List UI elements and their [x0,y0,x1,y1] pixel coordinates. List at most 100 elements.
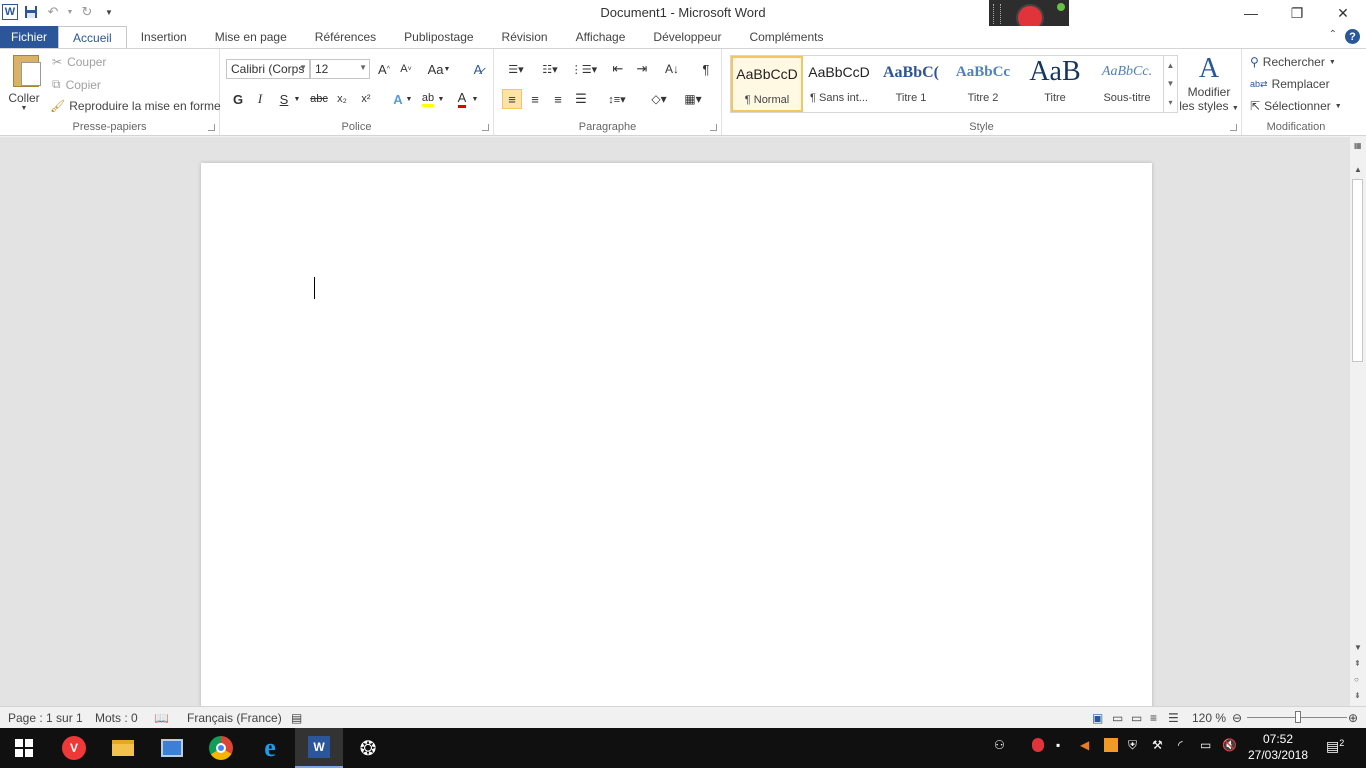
tray-app-icon[interactable] [1104,738,1118,755]
clear-formatting-icon[interactable]: A̷ [468,59,488,79]
wifi-icon[interactable]: ◜ [1178,738,1183,752]
close-icon[interactable]: ✕ [1320,0,1366,26]
increase-indent-icon[interactable]: ⇥ [632,59,652,79]
find-button[interactable]: ⚲ Rechercher ▼ [1250,55,1336,69]
scroll-down-icon[interactable]: ▼ [1354,643,1362,652]
restore-icon[interactable]: ❐ [1274,0,1320,26]
borders-icon[interactable]: ▦▾ [678,89,708,109]
line-spacing-icon[interactable]: ↕≡▾ [604,89,630,109]
paragraph-launcher-icon[interactable] [710,124,717,131]
document-page[interactable] [201,163,1152,706]
tray-microphone-icon[interactable] [1032,738,1044,755]
sort-icon[interactable]: A↓ [662,59,682,79]
superscript-button[interactable]: x² [356,89,376,109]
font-launcher-icon[interactable] [482,124,489,131]
format-painter-button[interactable]: 🖌 Reproduire la mise en forme [50,99,221,113]
tab-publipostage[interactable]: Publipostage [390,26,487,48]
highlight-dropdown-icon[interactable]: ▼ [436,89,446,109]
browse-object-icon[interactable]: ○ [1354,675,1359,684]
strikethrough-button[interactable]: abc [308,89,330,109]
gallery-more-icon[interactable]: ▾ [1168,98,1172,107]
clipboard-launcher-icon[interactable] [208,124,215,131]
justify-icon[interactable]: ☰ [571,89,591,109]
style-heading-1[interactable]: AaBbC( Titre 1 [875,56,947,112]
outline-view-icon[interactable]: ≡ [1150,711,1157,725]
style-heading-2[interactable]: AaBbCc Titre 2 [947,56,1019,112]
highlight-icon[interactable]: ab [418,89,438,109]
print-layout-icon[interactable]: ▣ [1092,711,1103,725]
italic-button[interactable]: I [250,89,270,109]
page-count[interactable]: Page : 1 sur 1 [8,711,83,725]
scroll-thumb[interactable] [1352,179,1363,362]
start-button[interactable] [0,728,48,768]
draft-view-icon[interactable]: ☰ [1168,711,1179,725]
word-count[interactable]: Mots : 0 [95,711,138,725]
tab-accueil[interactable]: Accueil [58,26,127,48]
font-name-combobox[interactable]: Calibri (Corps ▼ [226,59,310,79]
select-button[interactable]: ⇱ Sélectionner ▼ [1250,99,1342,113]
show-marks-button[interactable]: ¶ [696,59,716,79]
vertical-scrollbar[interactable]: ▦ ▲ ▼ ⇞ ○ ⇟ [1350,137,1366,706]
previous-page-icon[interactable]: ⇞ [1354,659,1361,668]
drag-handle-icon[interactable] [993,4,1001,24]
zoom-out-icon[interactable]: ⊖ [1232,711,1242,725]
next-page-icon[interactable]: ⇟ [1354,691,1361,700]
copy-button[interactable]: ⧉ Copier [52,77,101,92]
replace-button[interactable]: ab⇄ Remplacer [1250,77,1330,91]
collapse-ribbon-icon[interactable]: ⌃ [1329,29,1337,44]
volume-muted-icon[interactable]: 🔇 [1222,738,1237,752]
font-color-icon[interactable]: A [452,89,472,109]
style-no-spacing[interactable]: AaBbCcD ¶ Sans int... [803,56,875,112]
scroll-up-icon[interactable]: ▲ [1354,165,1362,174]
paste-button[interactable]: Coller ▼ [4,53,44,117]
gallery-up-icon[interactable]: ▲ [1167,61,1175,70]
text-effects-dropdown-icon[interactable]: ▼ [404,89,414,109]
vivaldi-icon[interactable]: V [50,728,98,768]
shrink-font-button[interactable]: A ˅ [396,59,416,79]
tab-references[interactable]: Références [301,26,390,48]
tab-fichier[interactable]: Fichier [0,26,59,48]
align-right-icon[interactable]: ≡ [548,89,568,109]
zoom-level[interactable]: 120 % [1192,711,1226,725]
tab-insertion[interactable]: Insertion [127,26,201,48]
underline-button[interactable]: S [274,89,294,109]
macro-icon[interactable]: ▤ [291,711,302,725]
numbering-icon[interactable]: ☷▾ [536,59,564,79]
style-normal[interactable]: AaBbCcD ¶ Normal [731,56,803,112]
tray-security-icon[interactable]: ⛨ [1128,738,1137,753]
grow-font-button[interactable]: A ^ [374,59,394,79]
modify-styles-button[interactable]: A Modifier les styles ▼ [1179,53,1239,117]
paste-dropdown-icon[interactable]: ▼ [21,105,28,112]
tab-revision[interactable]: Révision [488,26,562,48]
style-subtitle[interactable]: AaBbCc. Sous-titre [1091,56,1163,112]
multilevel-list-icon[interactable]: ⋮☰▾ [570,59,598,79]
align-left-icon[interactable]: ≡ [502,89,522,109]
style-title[interactable]: AaB Titre [1019,56,1091,112]
remote-desktop-icon[interactable] [148,728,196,768]
file-explorer-icon[interactable] [99,728,147,768]
font-size-combobox[interactable]: 12 ▼ [310,59,370,79]
tray-tool-icon[interactable]: ⚒ [1152,738,1163,752]
ruler-toggle-icon[interactable]: ▦ [1354,141,1362,150]
change-case-button[interactable]: Aa ▼ [426,59,452,79]
dragon-icon[interactable]: ❂ [344,728,392,768]
tab-mise-en-page[interactable]: Mise en page [201,26,301,48]
font-color-dropdown-icon[interactable]: ▼ [470,89,480,109]
tab-complements[interactable]: Compléments [735,26,837,48]
align-center-icon[interactable]: ≡ [525,89,545,109]
cut-button[interactable]: ✂ Couper [52,55,106,69]
proofing-icon[interactable]: 📖 [154,711,169,725]
action-center-icon[interactable]: ▤2 [1326,738,1344,755]
shading-icon[interactable]: ◇▾ [644,89,674,109]
tray-speaker-icon[interactable]: ◀ [1080,738,1089,752]
styles-launcher-icon[interactable] [1230,124,1237,131]
chevron-down-icon[interactable]: ▼ [299,63,307,72]
gallery-down-icon[interactable]: ▼ [1167,79,1175,88]
people-icon[interactable]: ⚇ [994,738,1005,752]
tab-affichage[interactable]: Affichage [562,26,640,48]
web-layout-icon[interactable]: ▭ [1131,711,1142,725]
bold-button[interactable]: G [228,89,248,109]
battery-icon[interactable]: ▭ [1200,738,1211,752]
clock[interactable]: 07:52 27/03/2018 [1246,731,1310,763]
zoom-in-icon[interactable]: ⊕ [1348,711,1358,725]
